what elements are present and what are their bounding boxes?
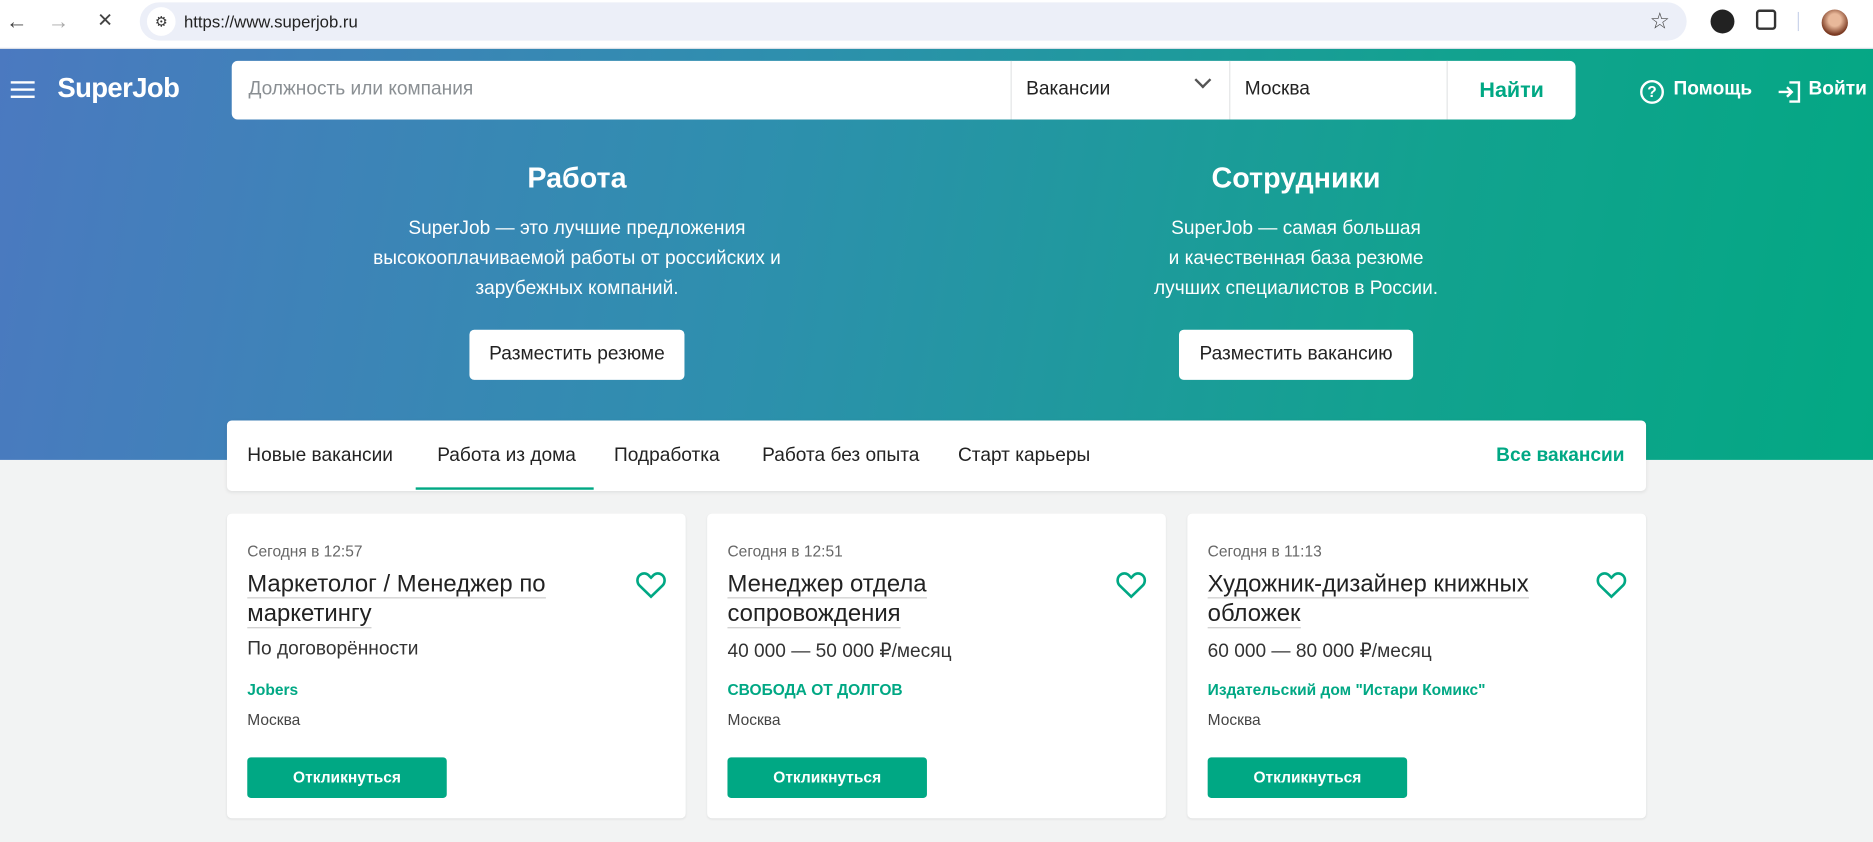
posted-date: Сегодня в 11:13 <box>1207 542 1322 561</box>
salary: 40 000 — 50 000 ₽/месяц <box>727 641 952 662</box>
site-header: SuperJob Должность или компания Вакансии… <box>0 48 1873 460</box>
help-link[interactable]: Помощь <box>1674 79 1753 101</box>
tab-part-time[interactable]: Подработка <box>614 446 720 468</box>
vacancy-tabs: Новые вакансии Работа из дома Подработка… <box>226 420 1647 491</box>
tab-career-start[interactable]: Старт карьеры <box>958 446 1090 468</box>
tab-new-vacancies[interactable]: Новые вакансии <box>247 446 393 468</box>
profile-avatar[interactable] <box>1821 9 1848 36</box>
site-settings-icon[interactable]: ⚙ <box>146 7 176 36</box>
posted-date: Сегодня в 12:57 <box>247 542 363 561</box>
promo-employers: Сотрудники SuperJob — самая большая и кач… <box>1045 162 1547 380</box>
vacancy-title-link[interactable]: Маркетолог / Менеджер по маркетингу <box>247 570 605 630</box>
salary: По договорённости <box>247 639 419 660</box>
search-input[interactable]: Должность или компания <box>248 79 473 101</box>
location: Москва <box>727 710 781 729</box>
posted-date: Сегодня в 12:51 <box>727 542 843 561</box>
apply-button[interactable]: Откликнуться <box>1207 757 1408 798</box>
divider <box>1797 11 1799 32</box>
location: Москва <box>1207 710 1261 729</box>
promo-jobseekers: Работа SuperJob — это лучшие предложения… <box>326 162 828 380</box>
company-link[interactable]: Издательский дом "Истари Комикс" <box>1208 681 1486 699</box>
vacancy-title-link[interactable]: Художник-дизайнер книжных обложек <box>1207 570 1566 630</box>
promo-text: SuperJob — самая большая и качественная б… <box>1153 218 1439 299</box>
promo-text: SuperJob — это лучшие предложения высокоо… <box>373 218 781 299</box>
url-text[interactable]: https://www.superjob.ru <box>184 12 358 31</box>
search-bar: Должность или компания Вакансии Москва Н… <box>231 60 1576 120</box>
superjob-logo[interactable]: SuperJob <box>57 72 180 104</box>
salary: 60 000 — 80 000 ₽/месяц <box>1207 641 1432 662</box>
vacancy-title-link[interactable]: Менеджер отдела сопровождения <box>727 570 1002 630</box>
bookmark-star-icon[interactable]: ☆ <box>1650 8 1670 35</box>
active-tab-indicator <box>415 487 594 490</box>
company-link[interactable]: СВОБОДА ОТ ДОЛГОВ <box>727 681 902 699</box>
all-vacancies-link[interactable]: Все вакансии <box>1496 446 1624 468</box>
forward-button[interactable]: → <box>44 10 73 34</box>
browser-toolbar: ← → ✕ ⚙ https://www.superjob.ru ☆ <box>0 0 1873 49</box>
tab-no-experience[interactable]: Работа без опыта <box>762 446 919 468</box>
favorite-heart-icon[interactable] <box>635 571 666 600</box>
vacancy-card: Сегодня в 12:57 Маркетолог / Менеджер по… <box>226 513 686 819</box>
divider <box>1010 60 1012 120</box>
promo-title: Работа <box>527 162 627 195</box>
search-button[interactable]: Найти <box>1448 61 1576 120</box>
help-icon[interactable]: ? <box>1640 80 1664 104</box>
post-vacancy-button[interactable]: Разместить вакансию <box>1179 329 1413 380</box>
company-link[interactable]: Jobers <box>247 681 298 699</box>
back-button[interactable]: ← <box>2 10 31 34</box>
post-resume-button[interactable]: Разместить резюме <box>468 329 686 380</box>
tab-remote-work[interactable]: Работа из дома <box>437 446 576 468</box>
search-type-select[interactable]: Вакансии <box>1026 79 1110 101</box>
city-input[interactable]: Москва <box>1245 79 1310 101</box>
login-link[interactable]: Войти <box>1809 79 1867 101</box>
hamburger-menu-icon[interactable] <box>10 81 35 98</box>
stop-button[interactable]: ✕ <box>91 10 120 34</box>
chevron-down-icon[interactable] <box>1194 71 1212 89</box>
apply-button[interactable]: Откликнуться <box>727 757 927 798</box>
divider <box>1229 60 1231 120</box>
vacancy-card: Сегодня в 11:13 Художник-дизайнер книжны… <box>1187 513 1647 819</box>
location: Москва <box>247 710 301 729</box>
address-bar[interactable]: ⚙ https://www.superjob.ru ☆ <box>139 2 1687 41</box>
vacancy-card: Сегодня в 12:51 Менеджер отдела сопровож… <box>707 513 1166 819</box>
extension-icon[interactable] <box>1710 9 1735 34</box>
promo-title: Сотрудники <box>1211 162 1381 195</box>
login-icon[interactable] <box>1777 80 1801 104</box>
extensions-puzzle-icon[interactable] <box>1755 9 1777 30</box>
apply-button[interactable]: Откликнуться <box>247 757 447 798</box>
favorite-heart-icon[interactable] <box>1596 571 1627 600</box>
favorite-heart-icon[interactable] <box>1116 571 1147 600</box>
